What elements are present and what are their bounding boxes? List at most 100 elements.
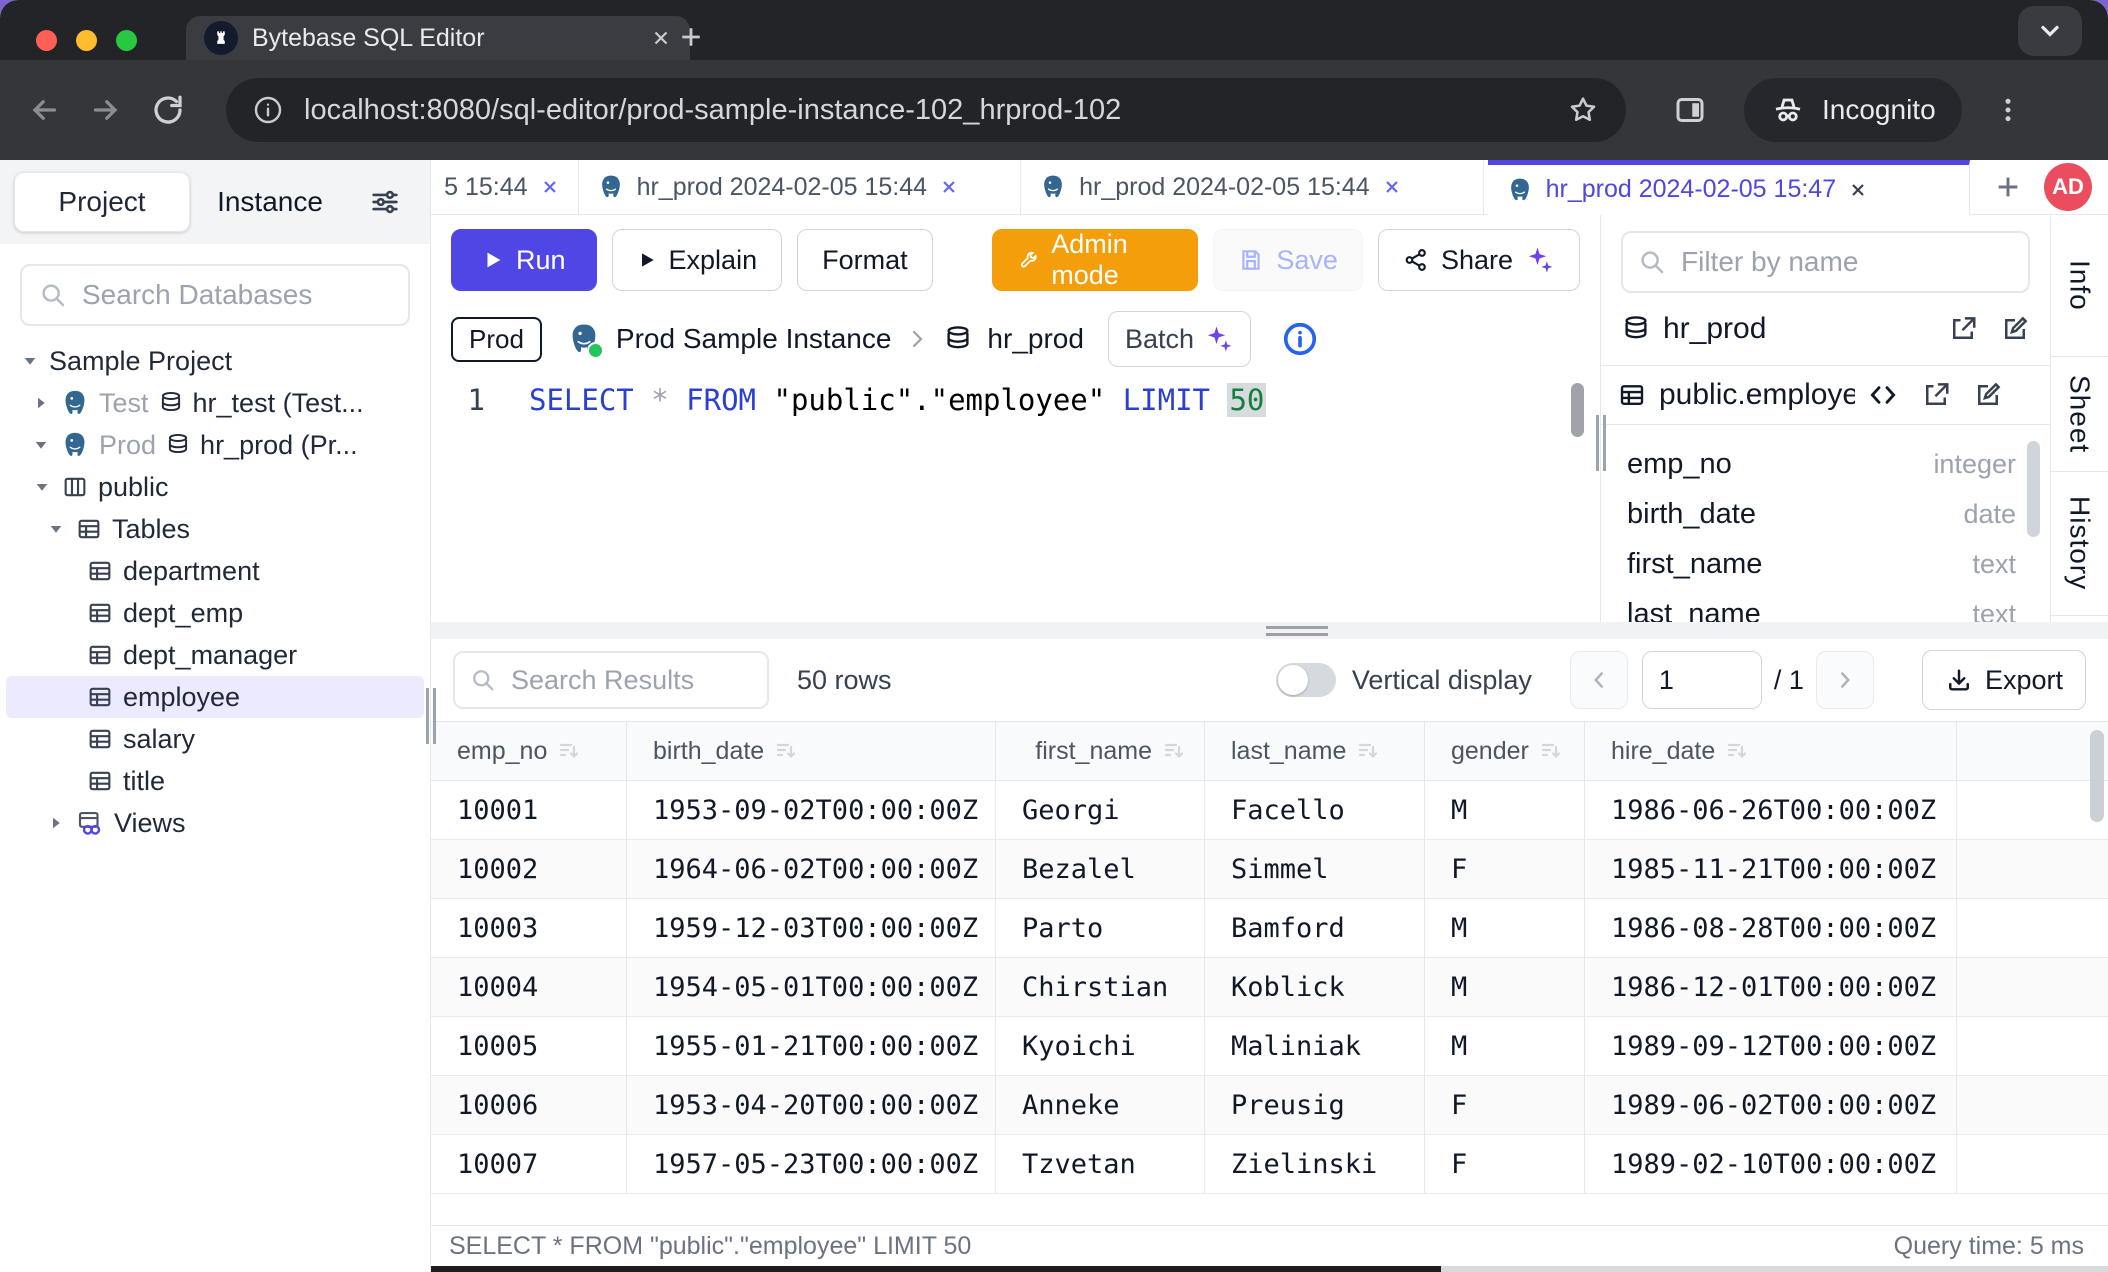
edit-icon[interactable] xyxy=(2000,314,2030,344)
header-cell[interactable]: hire_date xyxy=(1585,722,1957,780)
caret-down-icon[interactable] xyxy=(32,478,52,496)
reload-icon[interactable] xyxy=(150,92,186,128)
vertical-display-toggle[interactable] xyxy=(1276,663,1336,697)
editor-tab-3-active[interactable]: hr_prod 2024-02-05 15:47 xyxy=(1488,160,1970,215)
side-panel-icon[interactable] xyxy=(1672,92,1708,128)
sort-icon[interactable] xyxy=(1162,739,1186,763)
close-tab-icon[interactable] xyxy=(1382,177,1402,197)
column-row[interactable]: first_name text xyxy=(1627,539,2016,589)
admin-mode-button[interactable]: Admin mode xyxy=(992,229,1199,291)
header-cell[interactable]: last_name xyxy=(1205,722,1425,780)
search-results-input[interactable] xyxy=(509,664,753,697)
tree-item-hr-prod[interactable]: Prod hr_prod (Pr... xyxy=(0,424,430,466)
new-query-tab-button[interactable] xyxy=(1992,171,2024,203)
results-search[interactable] xyxy=(453,651,769,709)
tree-item-hr-test[interactable]: Test hr_test (Test... xyxy=(0,382,430,424)
sort-icon[interactable] xyxy=(1356,739,1380,763)
sort-icon[interactable] xyxy=(557,739,581,763)
column-row[interactable]: emp_no integer xyxy=(1627,439,2016,489)
search-databases-input[interactable] xyxy=(80,278,392,312)
next-page-button[interactable] xyxy=(1816,651,1874,709)
splitter-drag-handle[interactable] xyxy=(1266,626,1328,636)
column-list-scrollbar-thumb[interactable] xyxy=(2027,441,2040,537)
tree-item-employee-selected[interactable]: employee xyxy=(6,676,424,718)
caret-down-icon[interactable] xyxy=(31,436,51,454)
sql-code-area[interactable]: 1 SELECT * FROM "public"."employee" LIMI… xyxy=(431,367,1600,622)
table-row[interactable]: 100031959-12-03T00:00:00ZPartoBamfordM19… xyxy=(431,899,2108,958)
run-button[interactable]: Run xyxy=(451,229,597,291)
minimize-window-button[interactable] xyxy=(76,30,97,51)
forward-icon[interactable] xyxy=(88,92,124,128)
tab-project[interactable]: Project xyxy=(14,172,190,232)
table-row[interactable]: 100061953-04-20T00:00:00ZAnnekePreusigF1… xyxy=(431,1076,2108,1135)
header-cell[interactable]: birth_date xyxy=(627,722,996,780)
browser-menu-icon[interactable] xyxy=(1992,94,2024,126)
share-button[interactable]: Share xyxy=(1378,229,1580,291)
edit-icon[interactable] xyxy=(1973,380,2003,410)
sort-icon[interactable] xyxy=(1539,739,1563,763)
instance-name[interactable]: Prod Sample Instance xyxy=(616,323,892,355)
explain-button[interactable]: Explain xyxy=(612,229,783,291)
info-icon[interactable] xyxy=(1281,320,1319,358)
sort-icon[interactable] xyxy=(774,739,798,763)
header-cell[interactable]: gender xyxy=(1425,722,1585,780)
results-splitter[interactable] xyxy=(431,622,2108,639)
table-row[interactable]: 100021964-06-02T00:00:00ZBezalelSimmelF1… xyxy=(431,840,2108,899)
table-scrollbar-thumb[interactable] xyxy=(2090,730,2104,822)
table-row[interactable]: 100011953-09-02T00:00:00ZGeorgiFacelloM1… xyxy=(431,781,2108,840)
table-row[interactable]: 100041954-05-01T00:00:00ZChirstianKoblic… xyxy=(431,958,2108,1017)
bookmark-star-icon[interactable] xyxy=(1566,93,1600,127)
tree-item-sample-project[interactable]: Sample Project xyxy=(0,340,430,382)
sidebar-settings-icon[interactable] xyxy=(368,185,402,219)
new-tab-button[interactable] xyxy=(676,22,706,52)
batch-button[interactable]: Batch xyxy=(1108,311,1251,367)
tree-item-tables-group[interactable]: Tables xyxy=(0,508,430,550)
code-icon[interactable] xyxy=(1867,379,1899,411)
editor-panel-resize-handle[interactable] xyxy=(1596,415,1606,471)
sidebar-resize-handle[interactable] xyxy=(426,688,436,744)
browser-tab[interactable]: Bytebase SQL Editor xyxy=(186,16,690,60)
prev-page-button[interactable] xyxy=(1570,651,1628,709)
close-tab-icon[interactable] xyxy=(1848,180,1868,200)
external-link-icon[interactable] xyxy=(1921,380,1951,410)
tree-item-dept-emp[interactable]: dept_emp xyxy=(0,592,430,634)
caret-right-icon[interactable] xyxy=(46,814,66,832)
editor-tab-0[interactable]: 5 15:44 xyxy=(431,160,579,214)
save-button[interactable]: Save xyxy=(1213,229,1363,291)
editor-tab-1[interactable]: hr_prod 2024-02-05 15:44 xyxy=(579,160,1022,214)
column-row[interactable]: birth_date date xyxy=(1627,489,2016,539)
close-tab-icon[interactable] xyxy=(540,177,560,197)
tab-sheet[interactable]: Sheet xyxy=(2051,357,2108,472)
page-number-input[interactable] xyxy=(1642,651,1762,709)
format-button[interactable]: Format xyxy=(797,229,933,291)
back-icon[interactable] xyxy=(26,92,62,128)
close-window-button[interactable] xyxy=(36,30,57,51)
tab-instance[interactable]: Instance xyxy=(190,172,350,232)
table-row[interactable]: 100071957-05-23T00:00:00ZTzvetanZielinsk… xyxy=(431,1135,2108,1194)
external-link-icon[interactable] xyxy=(1948,314,1978,344)
tree-item-department[interactable]: department xyxy=(0,550,430,592)
site-info-icon[interactable] xyxy=(252,94,284,126)
browser-tab-close-icon[interactable] xyxy=(650,27,672,49)
export-button[interactable]: Export xyxy=(1922,650,2086,710)
maximize-window-button[interactable] xyxy=(116,30,137,51)
user-avatar[interactable]: AD xyxy=(2044,163,2092,211)
schema-filter[interactable] xyxy=(1621,231,2030,293)
database-name[interactable]: hr_prod xyxy=(987,323,1084,355)
url-bar[interactable]: localhost:8080/sql-editor/prod-sample-in… xyxy=(226,78,1626,142)
tree-item-public-schema[interactable]: public xyxy=(0,466,430,508)
tree-item-views-group[interactable]: Views xyxy=(0,802,430,844)
filter-by-name-input[interactable] xyxy=(1679,245,2014,279)
database-search[interactable] xyxy=(20,264,410,326)
table-row[interactable]: 100051955-01-21T00:00:00ZKyoichiMaliniak… xyxy=(431,1017,2108,1076)
editor-tab-2[interactable]: hr_prod 2024-02-05 15:44 xyxy=(1021,160,1483,214)
tree-item-title[interactable]: title xyxy=(0,760,430,802)
tree-item-dept-manager[interactable]: dept_manager xyxy=(0,634,430,676)
header-cell[interactable]: emp_no xyxy=(431,722,627,780)
caret-right-icon[interactable] xyxy=(31,394,51,412)
tree-item-salary[interactable]: salary xyxy=(0,718,430,760)
caret-down-icon[interactable] xyxy=(46,520,66,538)
tab-history[interactable]: History xyxy=(2051,472,2108,616)
tab-search-button[interactable] xyxy=(2018,6,2082,56)
caret-down-icon[interactable] xyxy=(20,352,40,370)
